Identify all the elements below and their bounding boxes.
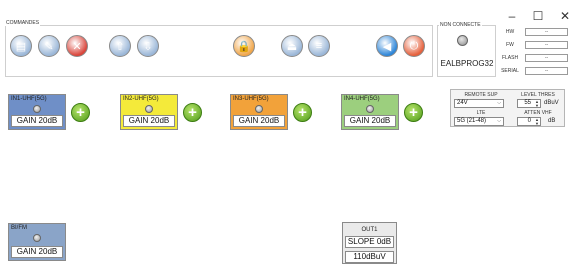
list-icon: ≡ — [315, 40, 323, 52]
atten-vhf-unit: dB — [548, 118, 556, 124]
module-led-icon — [145, 105, 153, 113]
plus-icon: + — [188, 104, 197, 121]
lte-select[interactable]: 5G (21-48) ⌵ — [454, 117, 504, 126]
plus-icon: + — [76, 104, 85, 121]
module-led-icon — [255, 105, 263, 113]
back-arrow-icon: ◀ — [382, 40, 392, 53]
edit-button[interactable]: ✎ — [38, 35, 60, 57]
add-in2-button[interactable]: + — [183, 103, 202, 122]
level-thres-value: 55 — [524, 100, 531, 106]
maximize-button[interactable]: ☐ — [531, 9, 545, 23]
connection-box — [437, 25, 496, 77]
serial-value: -- — [525, 67, 568, 75]
flash-value: -- — [525, 54, 568, 62]
atten-vhf-spinner[interactable]: 0 ▲ ▼ — [517, 117, 541, 126]
fw-label: FW — [506, 42, 514, 48]
module-title: IN2-UHF(5G) — [123, 96, 159, 102]
device-name: EALBPROG32 — [440, 59, 494, 68]
spinner-arrows-icon: ▲ ▼ — [535, 99, 539, 108]
serial-label: SERIAL — [501, 68, 519, 74]
spinner-arrows-icon: ▲ ▼ — [535, 117, 539, 126]
open-file-button[interactable]: ▤ — [10, 35, 32, 57]
module-title: IN3-UHF(5G) — [233, 96, 269, 102]
plus-icon: + — [298, 104, 307, 121]
hw-value: -- — [525, 28, 568, 36]
lock-icon: 🔒 — [237, 40, 251, 53]
close-button[interactable]: ✕ — [558, 9, 572, 23]
gain-field[interactable]: GAIN 20dB — [344, 115, 396, 127]
hw-label: HW — [505, 29, 515, 35]
chevron-down-icon: ⌵ — [497, 118, 501, 124]
lte-label: LTE — [476, 110, 486, 116]
remote-sup-value: 24V — [457, 100, 468, 106]
add-in1-button[interactable]: + — [71, 103, 90, 122]
fw-value: -- — [525, 41, 568, 49]
level-thres-unit: dBuV — [544, 100, 559, 106]
module-led-icon — [33, 105, 41, 113]
edit-icon: ✎ — [44, 40, 54, 53]
module-title: BI/FM — [11, 225, 27, 231]
module-led-icon — [33, 234, 41, 242]
download-icon: ⇩ — [143, 40, 153, 53]
power-icon: ⏻ — [409, 39, 419, 52]
gain-field[interactable]: GAIN 20dB — [123, 115, 175, 127]
minimize-button[interactable]: – — [505, 9, 519, 23]
eject-icon: ⏏ — [286, 40, 298, 53]
upload-icon: ⇧ — [115, 40, 125, 53]
input-module-in4[interactable]: IN4-UHF(5G) GAIN 20dB — [341, 94, 399, 130]
power-button[interactable]: ⏻ — [403, 35, 425, 57]
connection-led-icon — [457, 35, 468, 46]
list-button[interactable]: ≡ — [308, 35, 330, 57]
module-title: IN1-UHF(5G) — [11, 96, 47, 102]
input-module-in1[interactable]: IN1-UHF(5G) GAIN 20dB — [8, 94, 66, 130]
commandes-group: ▤ ✎ ✕ ⇧ ⇩ 🔒 ⏏ ≡ ◀ ⏻ — [5, 25, 433, 77]
module-title: IN4-UHF(5G) — [344, 96, 380, 102]
module-led-icon — [366, 105, 374, 113]
back-button[interactable]: ◀ — [376, 35, 398, 57]
slope-field[interactable]: SLOPE 0dB — [345, 236, 394, 248]
gain-field[interactable]: GAIN 20dB — [11, 115, 63, 127]
add-in3-button[interactable]: + — [293, 103, 312, 122]
gain-field[interactable]: GAIN 20dB — [11, 246, 63, 258]
eject-button[interactable]: ⏏ — [281, 35, 303, 57]
level-thres-spinner[interactable]: 55 ▲ ▼ — [517, 99, 541, 108]
input-module-in2[interactable]: IN2-UHF(5G) GAIN 20dB — [120, 94, 178, 130]
commandes-label: COMMANDES — [5, 20, 41, 26]
input-module-bifm[interactable]: BI/FM GAIN 20dB — [8, 223, 66, 261]
atten-vhf-label: ATTEN VHF — [524, 110, 552, 116]
lock-button[interactable]: 🔒 — [233, 35, 255, 57]
cancel-button[interactable]: ✕ — [66, 35, 88, 57]
connection-status: NON CONNECTE — [439, 22, 482, 28]
flash-label: FLASH — [501, 55, 519, 61]
input-module-in3[interactable]: IN3-UHF(5G) GAIN 20dB — [230, 94, 288, 130]
level-thres-label: LEVEL THRES — [521, 92, 555, 98]
upload-button[interactable]: ⇧ — [109, 35, 131, 57]
app-window: – ☐ ✕ ▤ ✎ ✕ ⇧ ⇩ 🔒 ⏏ ≡ ◀ ⏻ COMMANDES NON … — [0, 0, 576, 264]
plus-icon: + — [409, 104, 418, 121]
add-in4-button[interactable]: + — [404, 103, 423, 122]
open-file-icon: ▤ — [15, 40, 27, 53]
download-button[interactable]: ⇩ — [137, 35, 159, 57]
cancel-icon: ✕ — [72, 40, 82, 53]
gain-field[interactable]: GAIN 20dB — [233, 115, 285, 127]
remote-sup-select[interactable]: 24V ⌵ — [454, 99, 504, 108]
output-module-out1[interactable]: OUT1 SLOPE 0dB 110dBuV — [342, 222, 397, 264]
settings-panel: REMOTE SUP 24V ⌵ LTE 5G (21-48) ⌵ LEVEL … — [450, 89, 565, 127]
atten-vhf-value: 0 — [527, 118, 531, 124]
output-level-field[interactable]: 110dBuV — [345, 251, 394, 263]
output-title: OUT1 — [361, 227, 378, 233]
lte-value: 5G (21-48) — [457, 118, 487, 124]
remote-sup-label: REMOTE SUP — [464, 92, 498, 98]
chevron-down-icon: ⌵ — [497, 100, 501, 106]
